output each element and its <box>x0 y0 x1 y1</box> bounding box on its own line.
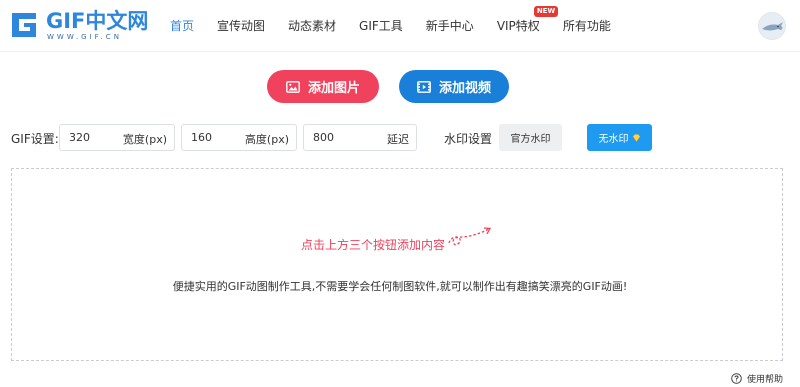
add-image-button[interactable]: 添加图片 <box>267 70 379 103</box>
help-link[interactable]: 使用帮助 <box>731 372 783 385</box>
no-watermark-button[interactable]: 无水印 <box>587 124 652 151</box>
no-watermark-label: 无水印 <box>598 134 629 145</box>
watermark-settings-label: 水印设置 <box>444 132 493 146</box>
gif-settings-label: GIF设置: <box>11 132 59 146</box>
height-unit: 高度(px) <box>244 133 289 146</box>
width-value[interactable]: 320 <box>69 131 90 144</box>
site-logo[interactable]: GIF中文网 WWW.GIF.CN <box>10 8 148 44</box>
image-icon <box>286 80 300 93</box>
add-image-label: 添加图片 <box>307 81 360 96</box>
nav-vip[interactable]: VIP特权 NEW <box>496 6 559 34</box>
nav-vip-label: VIP特权 <box>496 19 540 33</box>
new-badge: NEW <box>533 6 559 17</box>
add-video-label: 添加视频 <box>438 81 491 96</box>
width-unit: 宽度(px) <box>122 133 167 146</box>
top-header: GIF中文网 WWW.GIF.CN 首页 宣传动图 动态素材 GIF工具 新手中… <box>0 0 800 52</box>
tool-description: 便捷实用的GIF动图制作工具,不需要学会任何制图软件,就可以制作出有趣搞笑漂亮的… <box>172 280 628 293</box>
content-drop-zone[interactable] <box>11 168 783 361</box>
official-watermark-button[interactable]: 官方水印 <box>499 124 562 151</box>
nav-dynamic-assets[interactable]: 动态素材 <box>288 18 336 34</box>
width-field[interactable]: 320 宽度(px) <box>59 124 175 151</box>
logo-mark-icon <box>12 13 36 37</box>
nav-promo-gif[interactable]: 宣传动图 <box>217 18 265 34</box>
logo-subtitle: WWW.GIF.CN <box>47 33 122 41</box>
nav-beginner-center[interactable]: 新手中心 <box>426 18 474 34</box>
delay-unit: 延迟 <box>387 133 409 146</box>
gif-settings-row: GIF设置: 320 宽度(px) 160 高度(px) 800 延迟 水印设置… <box>0 124 800 152</box>
question-circle-icon <box>731 373 742 384</box>
main-nav: 首页 宣传动图 动态素材 GIF工具 新手中心 VIP特权 NEW 所有功能 <box>170 0 634 52</box>
shark-avatar-icon <box>759 13 785 39</box>
user-avatar[interactable] <box>758 12 786 40</box>
diamond-icon <box>632 133 640 142</box>
add-video-button[interactable]: 添加视频 <box>399 70 509 103</box>
help-label: 使用帮助 <box>747 375 784 385</box>
delay-field[interactable]: 800 延迟 <box>303 124 417 151</box>
logo-text: GIF中文网 <box>46 9 149 33</box>
film-icon <box>417 80 431 93</box>
nav-all-features[interactable]: 所有功能 <box>563 18 611 34</box>
nav-gif-tools[interactable]: GIF工具 <box>359 18 403 34</box>
delay-value[interactable]: 800 <box>313 131 334 144</box>
height-value[interactable]: 160 <box>191 131 212 144</box>
curly-arrow-icon <box>448 227 492 246</box>
add-content-hint: 点击上方三个按钮添加内容 <box>301 238 446 252</box>
nav-home[interactable]: 首页 <box>170 18 194 34</box>
height-field[interactable]: 160 高度(px) <box>181 124 297 151</box>
